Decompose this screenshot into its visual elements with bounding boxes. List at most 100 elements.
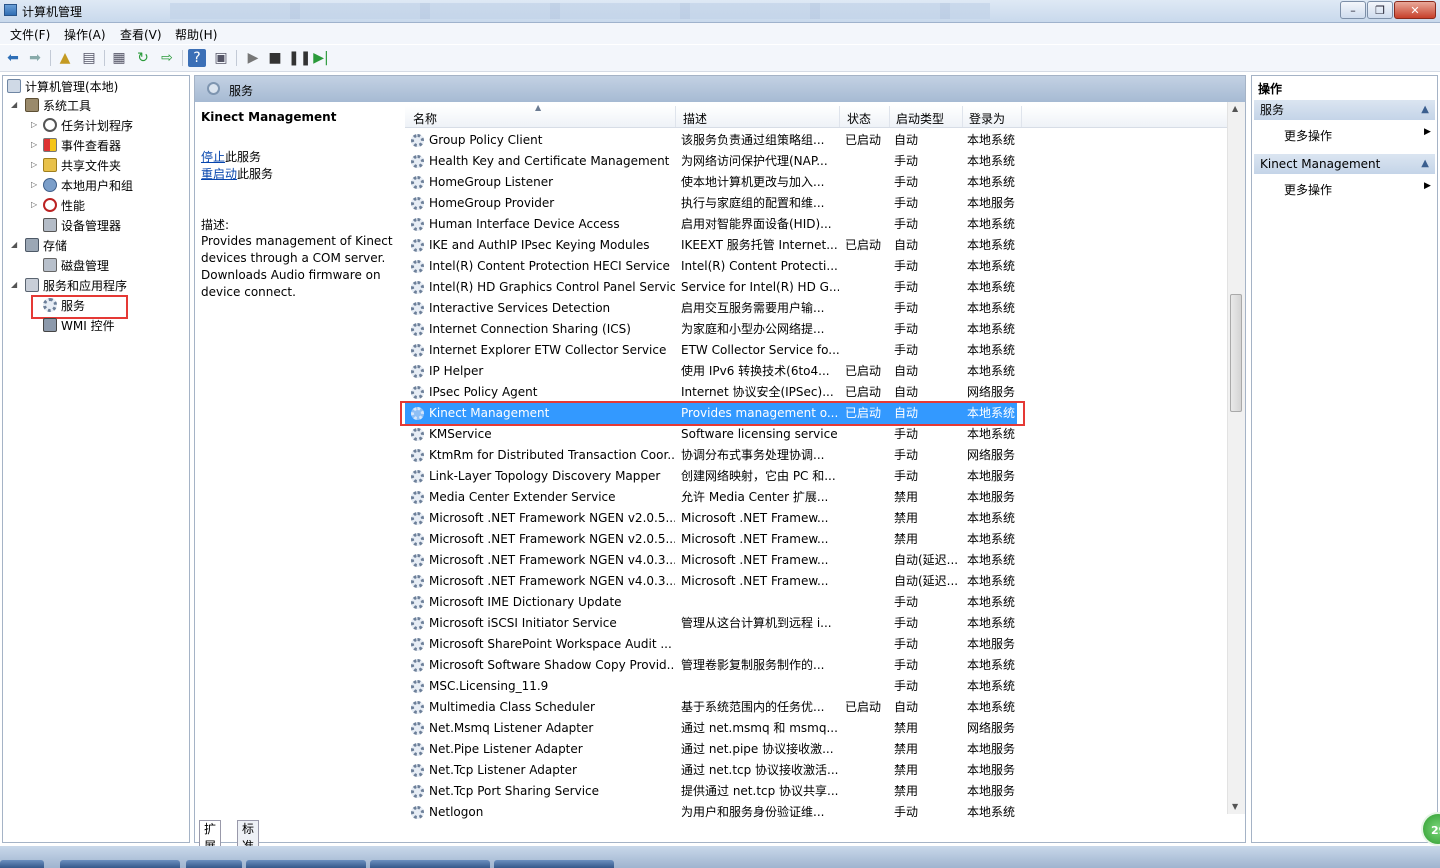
table-row[interactable]: Multimedia Class Scheduler 基于系统范围内的任务优...… [405,697,1017,718]
table-row[interactable]: Internet Connection Sharing (ICS) 为家庭和小型办… [405,319,1017,340]
cell-logon-as: 本地系统 [967,700,1016,714]
tree-item-storage[interactable]: 存储 [25,237,67,255]
table-row[interactable]: HomeGroup Listener 使本地计算机更改与加入... 手动 本地系统 [405,172,1017,193]
taskbar-button[interactable] [186,860,242,868]
tree-item-device-manager[interactable]: 设备管理器 [43,217,121,235]
menu-action[interactable]: 操作(A) [64,26,106,43]
collapse-icon[interactable]: ▲ [1421,154,1429,174]
table-row[interactable]: Human Interface Device Access 启用对智能界面设备(H… [405,214,1017,235]
table-row[interactable]: Net.Tcp Port Sharing Service 提供通过 net.tcp… [405,781,1017,802]
menu-help[interactable]: 帮助(H) [175,26,217,43]
show-hide-action-icon[interactable]: ▣ [212,49,230,67]
table-row[interactable]: Media Center Extender Service 允许 Media Ce… [405,487,1017,508]
tree-item-performance[interactable]: 性能 [43,197,85,215]
close-button[interactable]: ✕ [1394,1,1436,19]
vertical-scrollbar[interactable]: ▲ ▼ [1227,102,1245,814]
start-service-icon[interactable]: ▶ [244,49,262,67]
actions-section-services[interactable]: 服务 ▲ [1254,100,1435,120]
table-row[interactable]: Microsoft .NET Framework NGEN v4.0.3... M… [405,550,1017,571]
properties-icon[interactable]: ▦ [110,49,128,67]
table-row[interactable]: Microsoft IME Dictionary Update 手动 本地系统 [405,592,1017,613]
forward-icon[interactable]: ➡ [26,49,44,67]
table-row[interactable]: KtmRm for Distributed Transaction Coor..… [405,445,1017,466]
export-icon[interactable]: ⇨ [158,49,176,67]
table-row[interactable]: KMService Software licensing service 手动 本地系… [405,424,1017,445]
table-row[interactable]: Group Policy Client 该服务负责通过组策略组... 已启动 自动 本地… [405,130,1017,151]
collapse-icon[interactable]: ▲ [1421,100,1429,120]
up-folder-icon[interactable]: ▲ [56,49,74,67]
menu-file[interactable]: 文件(F) [10,26,50,43]
cell-logon-as: 网络服务 [967,721,1016,735]
scroll-up-arrow-icon[interactable]: ▲ [1232,104,1238,113]
table-row[interactable]: MSC.Licensing_11.9 手动 本地系统 [405,676,1017,697]
more-actions-kinect[interactable]: 更多操作 ▶ [1284,181,1431,198]
restart-service-icon[interactable]: ▶| [312,49,330,67]
table-row[interactable]: Kinect Management Provides management o..… [400,401,1025,426]
table-row[interactable]: Internet Explorer ETW Collector Service E… [405,340,1017,361]
column-logon-as[interactable]: 登录为 [969,110,1005,127]
gear-icon [411,260,424,273]
tree-item-wmi[interactable]: WMI 控件 [43,317,115,335]
cell-description: 管理从这台计算机到远程 i... [681,616,832,630]
maximize-button[interactable]: ❐ [1367,1,1393,19]
tree-item-task-scheduler[interactable]: 任务计划程序 [43,117,133,135]
taskbar-button[interactable] [494,860,614,868]
cell-logon-as: 本地系统 [967,217,1016,231]
table-row[interactable]: Microsoft iSCSI Initiator Service 管理从这台计算… [405,613,1017,634]
refresh-icon[interactable]: ↻ [134,49,152,67]
tree-item-local-users[interactable]: 本地用户和组 [43,177,133,195]
table-row[interactable]: IP Helper 使用 IPv6 转换技术(6to4... 已启动 自动 本地系统 [405,361,1017,382]
description-text: Provides management of Kinect devices th… [201,234,393,299]
back-icon[interactable]: ⬅ [4,49,22,67]
table-row[interactable]: Microsoft .NET Framework NGEN v2.0.5... M… [405,508,1017,529]
table-row[interactable]: IKE and AuthIP IPsec Keying Modules IKEEX… [405,235,1017,256]
start-button[interactable] [0,860,44,868]
scrollbar-thumb[interactable] [1230,294,1242,412]
table-row[interactable]: Microsoft Software Shadow Copy Provid...… [405,655,1017,676]
table-row[interactable]: Link-Layer Topology Discovery Mapper 创建网络… [405,466,1017,487]
table-row[interactable]: Netlogon 为用户和服务身份验证维... 手动 本地系统 [405,802,1017,823]
column-name[interactable]: 名称 [413,110,437,127]
pause-service-icon[interactable]: ❚❚ [288,49,311,67]
cell-logon-as: 本地系统 [967,154,1016,168]
tree-item-system-tools[interactable]: 系统工具 [25,97,91,115]
column-status[interactable]: 状态 [847,110,871,127]
table-row[interactable]: IPsec Policy Agent Internet 协议安全(IPSec)..… [405,382,1017,403]
column-description[interactable]: 描述 [683,110,707,127]
table-row[interactable]: Microsoft .NET Framework NGEN v2.0.5... M… [405,529,1017,550]
table-row[interactable]: Microsoft .NET Framework NGEN v4.0.3... M… [405,571,1017,592]
stop-service-link[interactable]: 停止 [201,150,225,164]
more-actions-services[interactable]: 更多操作 ▶ [1284,127,1431,144]
table-row[interactable]: Health Key and Certificate Management 为网络… [405,151,1017,172]
scroll-down-arrow-icon[interactable]: ▼ [1232,802,1238,811]
restart-service-link[interactable]: 重启动 [201,167,237,181]
taskbar-button[interactable] [370,860,490,868]
table-row[interactable]: HomeGroup Provider 执行与家庭组的配置和维... 手动 本地服务 [405,193,1017,214]
tree-item-shared-folders[interactable]: 共享文件夹 [43,157,121,175]
table-row[interactable]: Intel(R) Content Protection HECI Service… [405,256,1017,277]
stop-service-icon[interactable]: ■ [266,49,284,67]
cell-startup-type: 自动 [894,700,919,714]
cell-status: 已启动 [845,700,882,714]
minimize-button[interactable]: – [1340,1,1366,19]
column-startup-type[interactable]: 启动类型 [896,110,944,127]
table-row[interactable]: Net.Pipe Listener Adapter 通过 net.pipe 协议接… [405,739,1017,760]
table-row[interactable]: Net.Msmq Listener Adapter 通过 net.msmq 和 m… [405,718,1017,739]
taskbar-button[interactable] [246,860,366,868]
table-row[interactable]: Microsoft SharePoint Workspace Audit ...… [405,634,1017,655]
tree-root[interactable]: 计算机管理(本地) [7,78,118,96]
taskbar-button[interactable] [60,860,180,868]
help-icon[interactable]: ? [188,49,206,67]
menu-view[interactable]: 查看(V) [120,26,162,43]
table-row[interactable]: Intel(R) HD Graphics Control Panel Servi… [405,277,1017,298]
actions-section-kinect[interactable]: Kinect Management ▲ [1254,154,1435,174]
cell-startup-type: 自动 [894,385,919,399]
cell-startup-type: 禁用 [894,532,919,546]
table-row[interactable]: Interactive Services Detection 启用交互服务需要用户… [405,298,1017,319]
tree-item-services-apps[interactable]: 服务和应用程序 [25,277,127,295]
table-row[interactable]: Net.Tcp Listener Adapter 通过 net.tcp 协议接收激… [405,760,1017,781]
tree-item-event-viewer[interactable]: 事件查看器 [43,137,121,155]
tree-item-disk-management[interactable]: 磁盘管理 [43,257,109,275]
show-hide-tree-icon[interactable]: ▤ [80,49,98,67]
cell-description: Software licensing service [681,427,838,441]
